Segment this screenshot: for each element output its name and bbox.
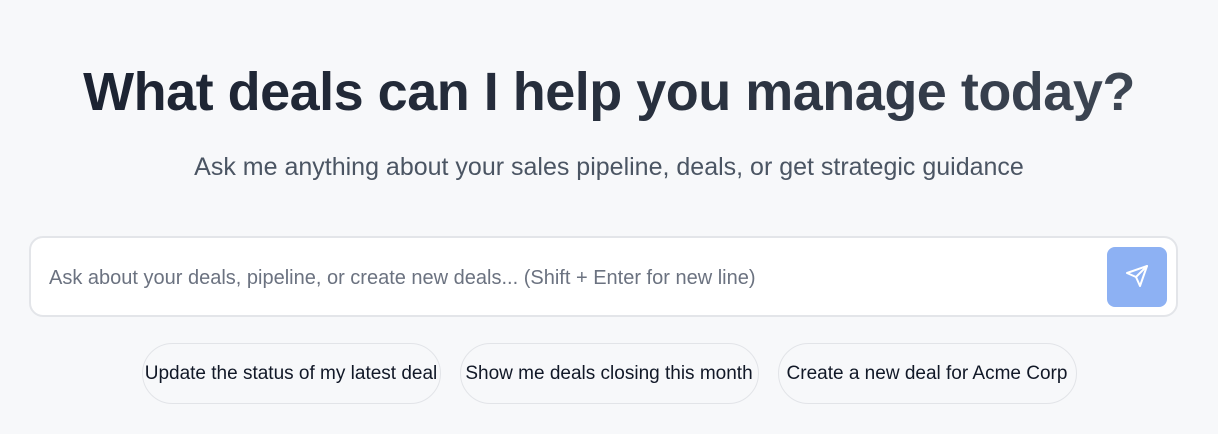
suggestion-create-deal[interactable]: Create a new deal for Acme Corp (777, 343, 1077, 404)
suggestion-closing-this-month[interactable]: Show me deals closing this month (459, 343, 759, 404)
page-title: What deals can I help you manage today? (0, 58, 1218, 126)
send-icon (1125, 264, 1149, 291)
page-subtitle: Ask me anything about your sales pipelin… (194, 153, 1024, 181)
suggestion-update-status[interactable]: Update the status of my latest deal (141, 343, 441, 404)
chat-input[interactable] (49, 264, 1099, 292)
send-button[interactable] (1107, 247, 1167, 307)
chat-welcome-screen: What deals can I help you manage today? … (0, 0, 1218, 434)
suggestion-list: Update the status of my latest deal Show… (0, 343, 1218, 404)
chat-input-container (29, 236, 1178, 317)
